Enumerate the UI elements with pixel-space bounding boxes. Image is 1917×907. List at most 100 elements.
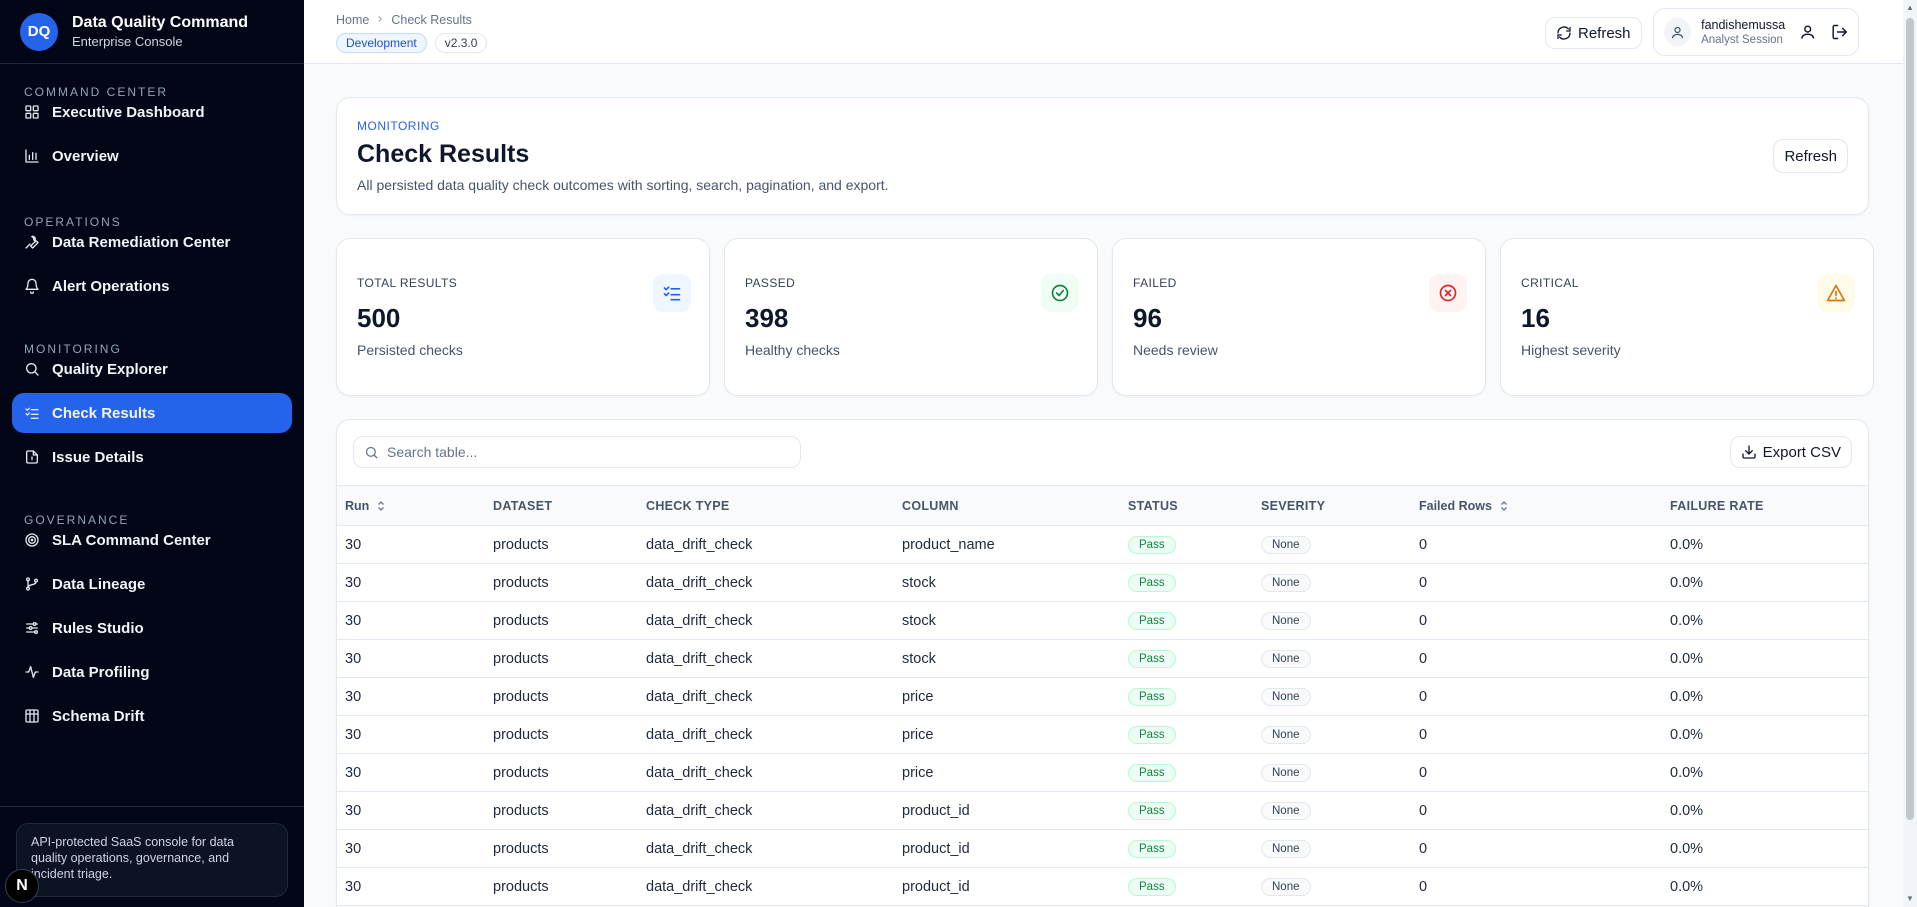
table-row[interactable]: 30 products data_drift_check product_id Pass…: [337, 829, 1868, 868]
sidebar-item-quality-explorer[interactable]: Quality Explorer: [12, 349, 292, 389]
dataset-cell: products: [485, 867, 638, 906]
topbar-refresh-button[interactable]: Refresh: [1545, 17, 1642, 49]
table-row[interactable]: 30 products data_drift_check price Pass None 0…: [337, 753, 1868, 792]
sidebar-info-card: API-protected SaaS console for data qual…: [16, 823, 288, 897]
topbar: Home Check Results Development v2.3.0 Re…: [304, 0, 1903, 64]
failed-rows-cell: 0: [1411, 525, 1662, 564]
table-row[interactable]: 30 products data_drift_check stock Pass None 0…: [337, 563, 1868, 602]
column-cell: stock: [894, 601, 1120, 640]
search-icon: [365, 446, 378, 459]
sort-icon[interactable]: [375, 500, 387, 512]
check-type-cell: data_drift_check: [638, 639, 894, 678]
table-row[interactable]: 30 products data_drift_check price Pass None 0…: [337, 715, 1868, 754]
sidebar-item-data-lineage[interactable]: Data Lineage: [12, 564, 292, 604]
table-row[interactable]: 30 products data_drift_check price Pass None 0…: [337, 677, 1868, 716]
status-badge: Pass: [1128, 535, 1176, 554]
download-icon: [1741, 445, 1756, 459]
dataset-cell: products: [485, 677, 638, 716]
failed-rows-cell: 0: [1411, 677, 1662, 716]
status-badge: Pass: [1128, 877, 1176, 896]
export-csv-button[interactable]: Export CSV: [1729, 436, 1852, 468]
table-search[interactable]: [353, 436, 801, 468]
user-avatar: [1664, 18, 1692, 46]
sort-icon[interactable]: [1498, 500, 1510, 512]
column-cell: price: [894, 753, 1120, 792]
run-cell: 30: [337, 791, 485, 830]
sidebar-item-issue-details[interactable]: Issue Details: [12, 437, 292, 477]
failed-rows-cell: 0: [1411, 867, 1662, 906]
severity-badge: None: [1261, 573, 1311, 592]
column-header: FAILURE RATE: [1662, 485, 1868, 526]
table-row[interactable]: 30 products data_drift_check product_name Pa…: [337, 525, 1868, 564]
severity-cell: None: [1253, 563, 1411, 602]
stat-icon-badge: [1429, 274, 1467, 312]
table-icon: [25, 709, 39, 723]
brand-logo: DQ: [20, 12, 58, 51]
sidebar-item-rules-studio[interactable]: Rules Studio: [12, 608, 292, 648]
table-row[interactable]: 30 products data_drift_check stock Pass None 0…: [337, 601, 1868, 640]
failed-rows-cell: 0: [1411, 715, 1662, 754]
scroll-thumb[interactable]: [1906, 18, 1914, 820]
severity-cell: None: [1253, 753, 1411, 792]
scroll-down-arrow[interactable]: ▼: [1905, 894, 1915, 904]
dataset-cell: products: [485, 639, 638, 678]
stat-icon-badge: [653, 274, 691, 312]
column-header[interactable]: Run: [337, 485, 485, 526]
stat-value: 398: [745, 303, 789, 333]
column-header: STATUS: [1120, 485, 1253, 526]
page-scrollbar[interactable]: ▲ ▼: [1903, 0, 1917, 907]
sidebar-item-label: Data Profiling: [52, 663, 150, 681]
check-type-cell: data_drift_check: [638, 867, 894, 906]
run-cell: 30: [337, 753, 485, 792]
logout-icon[interactable]: [1831, 23, 1848, 41]
sidebar-item-data-remediation-center[interactable]: Data Remediation Center: [12, 222, 292, 262]
run-cell: 30: [337, 829, 485, 868]
activity-icon: [25, 666, 39, 678]
stat-icon-badge: [1041, 274, 1079, 312]
sidebar-item-label: Data Lineage: [52, 575, 146, 593]
sidebar-item-alert-operations[interactable]: Alert Operations: [12, 266, 292, 306]
page-refresh-button[interactable]: Refresh: [1773, 139, 1848, 173]
sidebar-item-overview[interactable]: Overview: [12, 136, 292, 176]
sidebar-item-data-profiling[interactable]: Data Profiling: [12, 652, 292, 692]
column-cell: product_id: [894, 791, 1120, 830]
sidebar-item-schema-drift[interactable]: Schema Drift: [12, 696, 292, 736]
stat-card-total-results: TOTAL RESULTS 500 Persisted checks: [336, 238, 710, 396]
brand[interactable]: DQ Data Quality Command Enterprise Conso…: [0, 0, 304, 64]
sidebar-item-label: Rules Studio: [52, 619, 144, 637]
failed-rows-cell: 0: [1411, 563, 1662, 602]
status-badge: Pass: [1128, 611, 1176, 630]
failed-rows-cell: 0: [1411, 791, 1662, 830]
user-initial-badge[interactable]: N: [5, 869, 39, 903]
status-cell: Pass: [1120, 753, 1253, 792]
scroll-up-arrow[interactable]: ▲: [1905, 3, 1915, 13]
severity-cell: None: [1253, 639, 1411, 678]
wrench-icon: [25, 235, 39, 249]
sliders-icon: [26, 622, 38, 634]
status-badge: Pass: [1128, 763, 1176, 782]
failure-rate-cell: 0.0%: [1662, 867, 1868, 906]
status-badge: Pass: [1128, 725, 1176, 744]
stat-icon-badge: [1817, 274, 1855, 312]
column-header[interactable]: Failed Rows: [1411, 485, 1662, 526]
user-icon[interactable]: [1799, 23, 1816, 41]
sidebar-item-executive-dashboard[interactable]: Executive Dashboard: [12, 92, 292, 132]
sidebar-item-check-results[interactable]: Check Results: [12, 393, 292, 433]
table-row[interactable]: 30 products data_drift_check product_id Pass…: [337, 867, 1868, 906]
failure-rate-cell: 0.0%: [1662, 753, 1868, 792]
breadcrumb-home[interactable]: Home: [336, 13, 369, 27]
column-header-label: COLUMN: [902, 498, 959, 513]
table-row[interactable]: 30 products data_drift_check stock Pass None 0…: [337, 639, 1868, 678]
sidebar-item-sla-command-center[interactable]: SLA Command Center: [12, 520, 292, 560]
bell-icon: [25, 278, 39, 294]
column-cell: product_name: [894, 525, 1120, 564]
table-row[interactable]: 30 products data_drift_check product_id Pass…: [337, 791, 1868, 830]
sidebar-item-label: SLA Command Center: [52, 531, 211, 549]
user-menu[interactable]: fandishemussa Analyst Session: [1653, 8, 1859, 56]
export-label: Export CSV: [1762, 443, 1841, 461]
stat-label: TOTAL RESULTS: [357, 276, 458, 290]
stat-caption: Highest severity: [1521, 342, 1621, 358]
search-input[interactable]: [387, 444, 787, 460]
sidebar-item-label: Check Results: [52, 404, 156, 422]
severity-badge: None: [1261, 687, 1311, 706]
